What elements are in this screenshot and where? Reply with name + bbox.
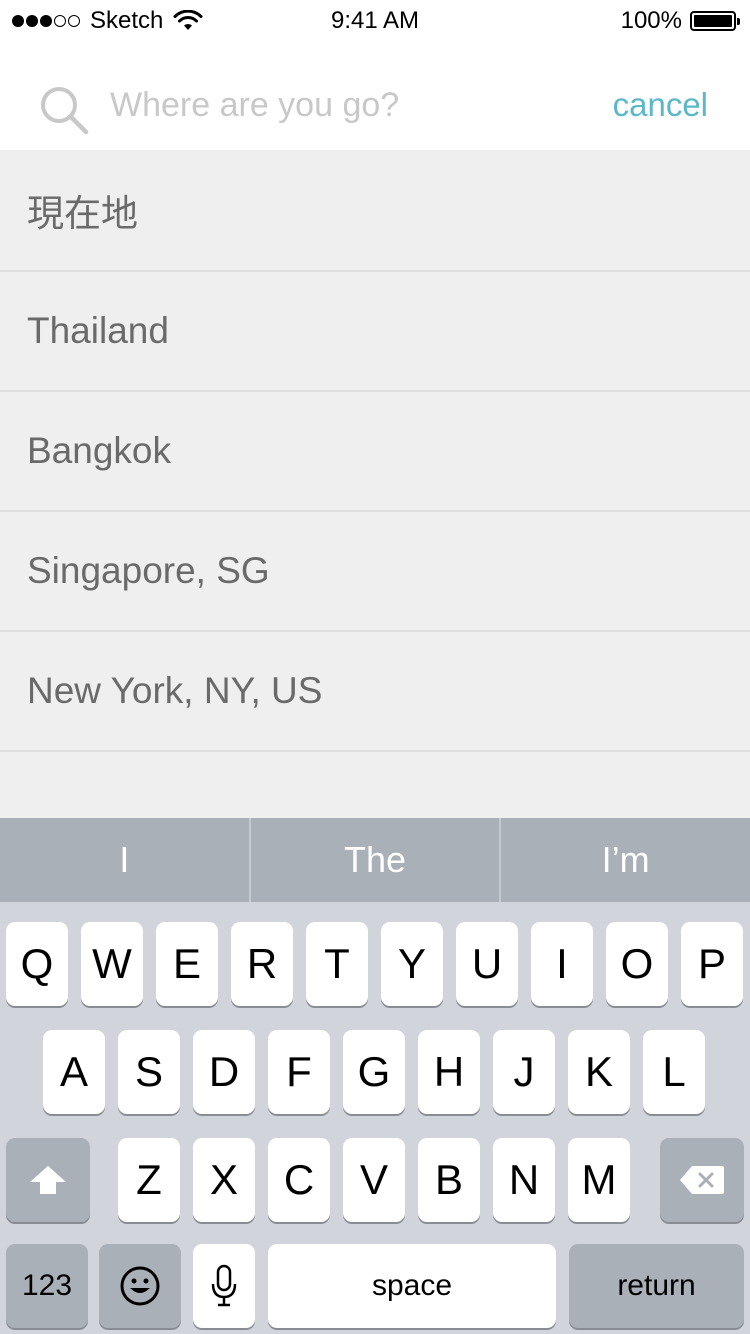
key-z[interactable]: Z xyxy=(118,1138,180,1222)
key-q[interactable]: Q xyxy=(6,922,68,1006)
key-r-label: R xyxy=(246,940,278,987)
key-l[interactable]: L xyxy=(643,1030,705,1114)
emoji-key[interactable] xyxy=(99,1244,181,1328)
key-a[interactable]: A xyxy=(43,1030,105,1114)
key-m[interactable]: M xyxy=(568,1138,630,1222)
key-k[interactable]: K xyxy=(568,1030,630,1114)
key-g-label: G xyxy=(357,1048,391,1095)
key-h-label: H xyxy=(433,1048,465,1095)
key-b-label: B xyxy=(434,1156,463,1203)
key-u-label: U xyxy=(471,940,503,987)
key-q-label: Q xyxy=(20,940,54,987)
key-f[interactable]: F xyxy=(268,1030,330,1114)
numbers-key-label: 123 xyxy=(21,1269,73,1302)
key-y-label: Y xyxy=(397,940,426,987)
key-z-label: Z xyxy=(136,1156,162,1203)
keyboard: I The I’m Q W E R T Y U I O P A S D F G H J K L Z X C V B N M 123 spa… xyxy=(0,818,750,1334)
numbers-key[interactable]: 123 xyxy=(6,1244,88,1328)
predictive-bar: I The I’m xyxy=(0,818,750,902)
prediction-suggestion[interactable]: I xyxy=(0,818,251,902)
battery-percent: 100% xyxy=(620,7,682,34)
key-v[interactable]: V xyxy=(343,1138,405,1222)
search-input[interactable] xyxy=(110,80,570,130)
location-label: Bangkok xyxy=(27,430,171,471)
key-p-label: P xyxy=(697,940,726,987)
emoji-icon xyxy=(120,1266,160,1306)
key-j-label: J xyxy=(513,1048,535,1095)
microphone-key[interactable] xyxy=(193,1244,255,1328)
key-n-label: N xyxy=(508,1156,540,1203)
shift-key[interactable] xyxy=(6,1138,90,1222)
key-b[interactable]: B xyxy=(418,1138,480,1222)
space-key-label: space xyxy=(371,1269,453,1302)
key-w-label: W xyxy=(92,940,132,987)
key-s-label: S xyxy=(134,1048,163,1095)
key-v-label: V xyxy=(359,1156,388,1203)
status-bar: Sketch 9:41 AM 100% xyxy=(0,0,750,40)
key-p[interactable]: P xyxy=(681,922,743,1006)
key-c[interactable]: C xyxy=(268,1138,330,1222)
key-t-label: T xyxy=(324,940,350,987)
location-item[interactable]: 現在地 xyxy=(0,150,750,272)
delete-icon xyxy=(680,1166,724,1194)
search-icon xyxy=(41,87,89,135)
key-k-label: K xyxy=(584,1048,613,1095)
key-c-label: C xyxy=(283,1156,315,1203)
key-j[interactable]: J xyxy=(493,1030,555,1114)
search-bar: cancel xyxy=(0,40,750,150)
location-item[interactable]: Bangkok xyxy=(0,392,750,512)
cancel-button[interactable]: cancel xyxy=(613,86,708,124)
location-item[interactable]: Thailand xyxy=(0,272,750,392)
key-y[interactable]: Y xyxy=(381,922,443,1006)
location-item[interactable]: New York, NY, US xyxy=(0,632,750,752)
key-i-label: I xyxy=(556,940,568,987)
location-label: Singapore, SG xyxy=(27,550,270,591)
key-g[interactable]: G xyxy=(343,1030,405,1114)
key-x[interactable]: X xyxy=(193,1138,255,1222)
key-d[interactable]: D xyxy=(193,1030,255,1114)
key-h[interactable]: H xyxy=(418,1030,480,1114)
key-n[interactable]: N xyxy=(493,1138,555,1222)
key-o[interactable]: O xyxy=(606,922,668,1006)
key-l-label: L xyxy=(662,1048,686,1095)
key-x-label: X xyxy=(209,1156,238,1203)
key-i[interactable]: I xyxy=(531,922,593,1006)
microphone-icon xyxy=(211,1264,237,1307)
location-item[interactable]: Singapore, SG xyxy=(0,512,750,632)
key-t[interactable]: T xyxy=(306,922,368,1006)
key-u[interactable]: U xyxy=(456,922,518,1006)
key-w[interactable]: W xyxy=(81,922,143,1006)
key-f-label: F xyxy=(286,1048,312,1095)
return-key-label: return xyxy=(617,1269,696,1302)
key-s[interactable]: S xyxy=(118,1030,180,1114)
key-a-label: A xyxy=(59,1048,88,1095)
status-right: 100% xyxy=(620,7,740,35)
prediction-suggestion[interactable]: I’m xyxy=(501,818,750,902)
location-label: 現在地 xyxy=(27,193,138,234)
key-e[interactable]: E xyxy=(156,922,218,1006)
location-list: 現在地 Thailand Bangkok Singapore, SG New York,… xyxy=(0,150,750,818)
key-o-label: O xyxy=(620,940,654,987)
key-m-label: M xyxy=(581,1156,617,1203)
location-label: Thailand xyxy=(27,310,169,351)
prediction-suggestion[interactable]: The xyxy=(251,818,502,902)
delete-key[interactable] xyxy=(660,1138,744,1222)
key-d-label: D xyxy=(208,1048,240,1095)
shift-icon xyxy=(30,1166,66,1194)
return-key[interactable]: return xyxy=(569,1244,744,1328)
location-label: New York, NY, US xyxy=(27,670,323,711)
key-e-label: E xyxy=(172,940,201,987)
battery-icon xyxy=(690,11,740,31)
key-r[interactable]: R xyxy=(231,922,293,1006)
space-key[interactable]: space xyxy=(268,1244,556,1328)
